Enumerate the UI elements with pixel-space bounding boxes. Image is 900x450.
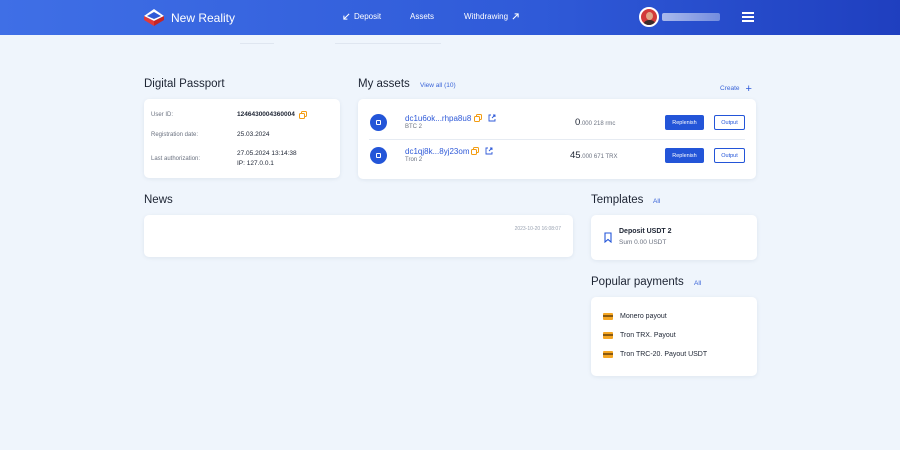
payment-item[interactable]: Tron TRC-20. Payout USDT xyxy=(603,351,707,358)
menu-icon[interactable] xyxy=(742,12,754,22)
asset-network: Tron 2 xyxy=(405,157,423,163)
asset-balance: 45.000 671 TRX xyxy=(570,150,618,161)
user-avatar[interactable] xyxy=(639,7,659,27)
popular-payments-title: Popular payments xyxy=(591,276,684,288)
arrow-up-right-icon xyxy=(512,13,519,20)
output-button[interactable]: Output xyxy=(714,148,745,163)
copy-icon[interactable] xyxy=(474,114,482,122)
copy-icon[interactable] xyxy=(299,111,307,119)
popular-all-link[interactable]: All xyxy=(694,280,701,287)
nav-withdrawing-label: Withdrawing xyxy=(464,12,509,21)
payment-label: Tron TRC-20. Payout USDT xyxy=(620,351,708,358)
asset-network: BTC 2 xyxy=(405,124,423,130)
news-title: News xyxy=(144,194,173,206)
credit-card-icon xyxy=(603,313,613,320)
nav-withdrawing[interactable]: Withdrawing xyxy=(464,12,519,21)
registration-date-label: Registration date: xyxy=(151,132,199,138)
credit-card-icon xyxy=(603,332,613,339)
user-id-label: User ID: xyxy=(151,112,174,118)
username-redacted[interactable] xyxy=(662,13,720,21)
brand-name[interactable]: New Reality xyxy=(171,11,235,25)
asset-address[interactable]: dc1qj8k...8yj23om xyxy=(405,147,469,156)
copy-icon[interactable] xyxy=(471,147,479,155)
nav-assets-label: Assets xyxy=(410,12,435,21)
registration-date-value: 25.03.2024 xyxy=(237,131,270,138)
nav-assets[interactable]: Assets xyxy=(410,12,434,21)
arrow-down-left-icon xyxy=(343,13,350,20)
templates-card: Deposit USDT 2 Sum 0.00 USDT xyxy=(591,215,757,260)
nav-deposit[interactable]: Deposit xyxy=(343,12,381,21)
passport-title: Digital Passport xyxy=(144,78,225,90)
assets-title: My assets xyxy=(358,78,410,90)
replenish-button[interactable]: Replenish xyxy=(665,148,704,163)
passport-card: User ID: 1246430004360004 Registration d… xyxy=(144,99,340,178)
row-divider xyxy=(369,139,745,140)
bookmark-icon xyxy=(604,232,612,243)
popular-payments-card: Monero payout Tron TRX. Payout Tron TRC-… xyxy=(591,297,757,376)
payment-item[interactable]: Tron TRX. Payout xyxy=(603,332,676,339)
nav-divider xyxy=(335,43,441,44)
asset-icon xyxy=(370,114,387,131)
asset-icon xyxy=(370,147,387,164)
news-card[interactable]: 2023-10-20 16:08:07 xyxy=(144,215,573,257)
asset-address[interactable]: dc1u6ok...rhpa8u8 xyxy=(405,114,471,123)
create-label: Create xyxy=(720,85,740,92)
templates-all-link[interactable]: All xyxy=(653,198,660,205)
template-sum: Sum 0.00 USDT xyxy=(619,239,667,246)
template-name[interactable]: Deposit USDT 2 xyxy=(619,228,672,235)
create-asset-button[interactable]: Create + xyxy=(720,82,752,95)
user-id-value: 1246430004360004 xyxy=(237,111,295,118)
last-auth-value: 27.05.2024 13:14:38 xyxy=(237,150,297,157)
payment-label: Monero payout xyxy=(620,313,667,320)
plus-icon: + xyxy=(745,82,752,95)
templates-title: Templates xyxy=(591,194,644,206)
asset-balance: 0.000 218 rmc xyxy=(575,117,616,128)
last-auth-ip: IP: 127.0.0.1 xyxy=(237,160,274,167)
external-link-icon[interactable] xyxy=(485,147,493,155)
output-button[interactable]: Output xyxy=(714,115,745,130)
last-auth-label: Last authorization: xyxy=(151,156,201,162)
nav-divider xyxy=(240,43,274,44)
nav-deposit-label: Deposit xyxy=(354,12,382,21)
payment-label: Tron TRX. Payout xyxy=(620,332,676,339)
view-all-assets-link[interactable]: View all (10) xyxy=(420,82,456,89)
logo-icon[interactable] xyxy=(144,9,164,26)
assets-card: dc1u6ok...rhpa8u8 BTC 2 0.000 218 rmc Re… xyxy=(358,99,756,179)
top-bar: New Reality Deposit Assets Withdrawing xyxy=(0,0,900,35)
external-link-icon[interactable] xyxy=(488,114,496,122)
payment-item[interactable]: Monero payout xyxy=(603,313,667,320)
news-date: 2023-10-20 16:08:07 xyxy=(514,226,561,232)
credit-card-icon xyxy=(603,351,613,358)
replenish-button[interactable]: Replenish xyxy=(665,115,704,130)
